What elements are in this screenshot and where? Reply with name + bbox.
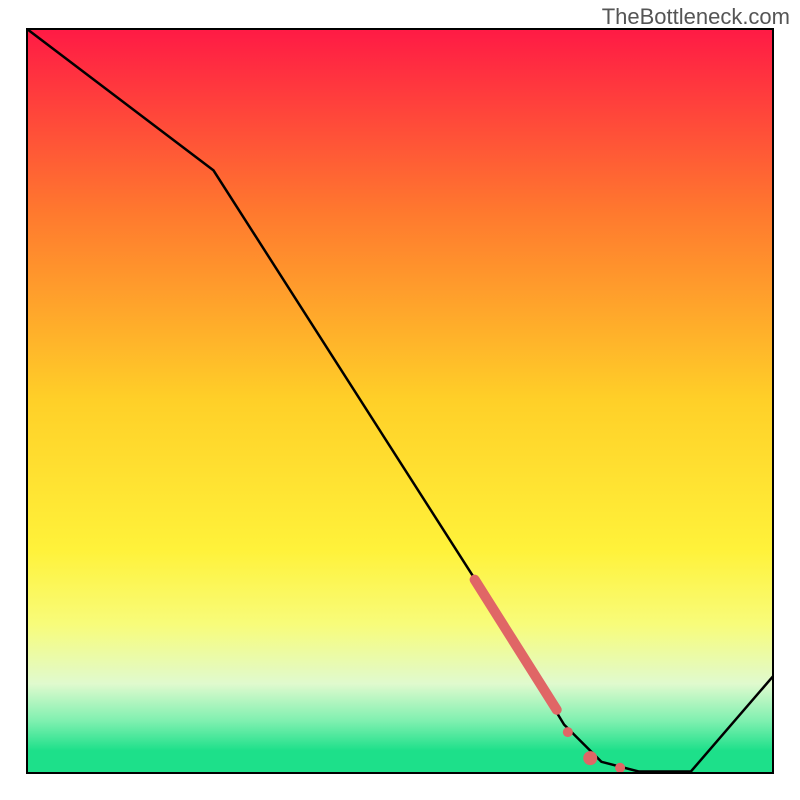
highlight-dot	[583, 751, 597, 765]
watermark-text: TheBottleneck.com	[602, 4, 790, 30]
chart-svg	[0, 0, 800, 800]
plot-background	[27, 29, 773, 773]
highlight-dot	[615, 763, 625, 773]
chart-container: TheBottleneck.com	[0, 0, 800, 800]
highlight-dot	[563, 727, 573, 737]
